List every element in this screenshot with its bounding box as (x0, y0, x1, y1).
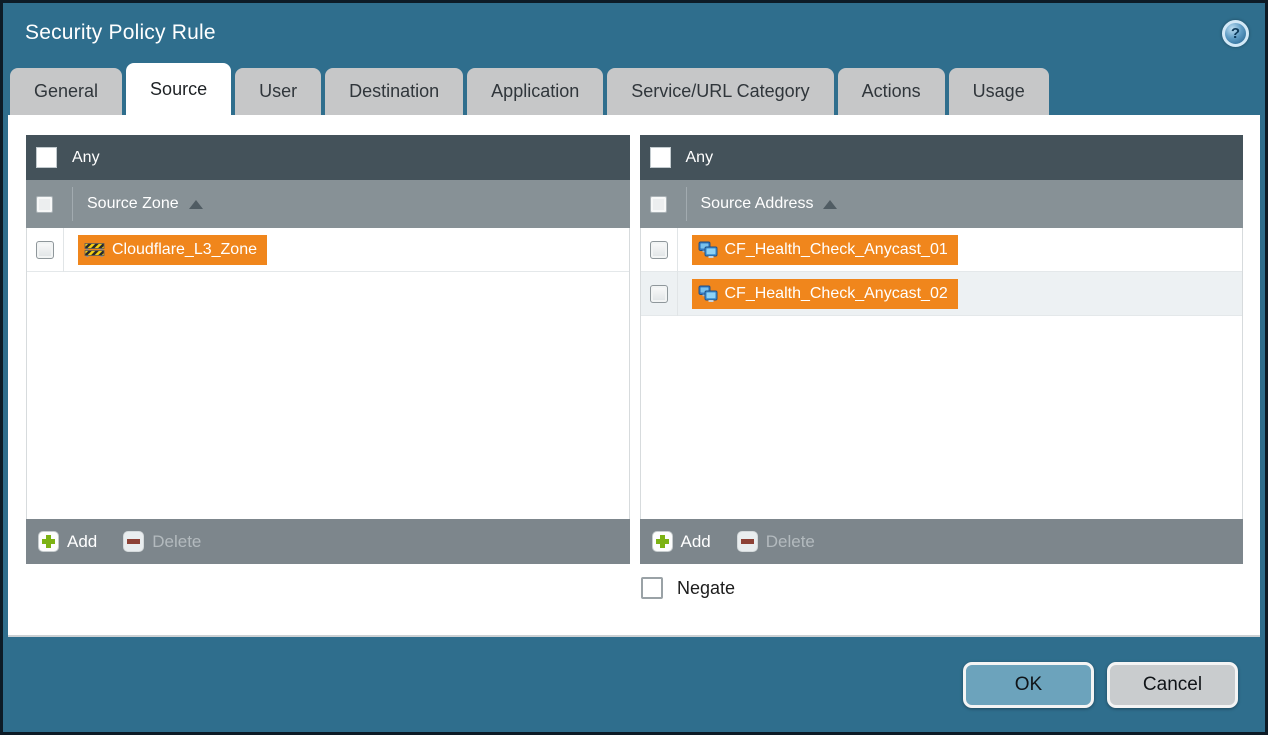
source-zone-footer: Add Delete (26, 519, 630, 564)
source-address-selectall-checkbox[interactable] (650, 196, 667, 213)
tab-service-url-category[interactable]: Service/URL Category (607, 68, 833, 115)
cancel-button[interactable]: Cancel (1107, 662, 1238, 708)
row-checkbox[interactable] (650, 285, 668, 303)
address-icon (698, 285, 718, 303)
tab-content-source: Any Source Zone (8, 115, 1260, 637)
help-icon[interactable]: ? (1222, 20, 1249, 47)
address-value-chip[interactable]: CF_Health_Check_Anycast_02 (692, 279, 958, 309)
table-row: Cloudflare_L3_Zone (27, 228, 629, 272)
source-zone-panel: Any Source Zone (26, 135, 630, 564)
column-header-label: Source Zone (87, 195, 179, 213)
delete-address-button[interactable]: Delete (737, 531, 815, 552)
source-address-list: CF_Health_Check_Anycast_01 (640, 228, 1244, 519)
tab-usage[interactable]: Usage (949, 68, 1049, 115)
any-label: Any (72, 149, 100, 167)
add-zone-button[interactable]: Add (38, 531, 97, 552)
source-zone-any-checkbox[interactable] (36, 147, 57, 168)
row-checkbox[interactable] (650, 241, 668, 259)
security-policy-rule-dialog: Security Policy Rule ? General Source Us… (0, 0, 1268, 735)
sort-ascending-icon (189, 200, 203, 209)
source-address-column-header[interactable]: Source Address (640, 180, 1244, 228)
plus-icon (38, 531, 59, 552)
source-zone-any-row: Any (26, 135, 630, 180)
dialog-footer: OK Cancel (3, 637, 1265, 732)
address-value-chip[interactable]: CF_Health_Check_Anycast_01 (692, 235, 958, 265)
sort-ascending-icon (823, 200, 837, 209)
minus-icon (123, 531, 144, 552)
row-divider (63, 228, 64, 272)
source-address-any-row: Any (640, 135, 1244, 180)
row-checkbox[interactable] (36, 241, 54, 259)
any-label: Any (686, 149, 714, 167)
source-address-panel: Any Source Address (640, 135, 1244, 564)
tab-destination[interactable]: Destination (325, 68, 463, 115)
panels-container: Any Source Zone (26, 135, 1243, 564)
negate-checkbox[interactable] (641, 577, 663, 599)
add-address-button[interactable]: Add (652, 531, 711, 552)
zone-value-chip[interactable]: Cloudflare_L3_Zone (78, 235, 267, 265)
address-name: CF_Health_Check_Anycast_02 (725, 285, 948, 303)
tab-general[interactable]: General (10, 68, 122, 115)
plus-icon (652, 531, 673, 552)
source-address-footer: Add Delete (640, 519, 1244, 564)
tab-application[interactable]: Application (467, 68, 603, 115)
dialog-title: Security Policy Rule (25, 21, 216, 45)
negate-row: Negate (641, 577, 1243, 599)
minus-icon (737, 531, 758, 552)
address-name: CF_Health_Check_Anycast_01 (725, 241, 948, 259)
tab-user[interactable]: User (235, 68, 321, 115)
header-divider (686, 187, 687, 221)
zone-icon (84, 241, 105, 258)
delete-zone-button[interactable]: Delete (123, 531, 201, 552)
table-row: CF_Health_Check_Anycast_01 (641, 228, 1243, 272)
tab-bar: General Source User Destination Applicat… (3, 63, 1265, 115)
negate-label: Negate (677, 578, 735, 599)
titlebar: Security Policy Rule ? (3, 3, 1265, 63)
header-divider (72, 187, 73, 221)
ok-button[interactable]: OK (963, 662, 1094, 708)
source-zone-column-header[interactable]: Source Zone (26, 180, 630, 228)
row-divider (677, 272, 678, 316)
tab-source[interactable]: Source (126, 63, 231, 115)
zone-name: Cloudflare_L3_Zone (112, 241, 257, 259)
table-row: CF_Health_Check_Anycast_02 (641, 272, 1243, 316)
source-zone-list: Cloudflare_L3_Zone (26, 228, 630, 519)
address-icon (698, 241, 718, 259)
row-divider (677, 228, 678, 272)
source-address-any-checkbox[interactable] (650, 147, 671, 168)
source-zone-selectall-checkbox[interactable] (36, 196, 53, 213)
column-header-label: Source Address (701, 195, 814, 213)
tab-actions[interactable]: Actions (838, 68, 945, 115)
